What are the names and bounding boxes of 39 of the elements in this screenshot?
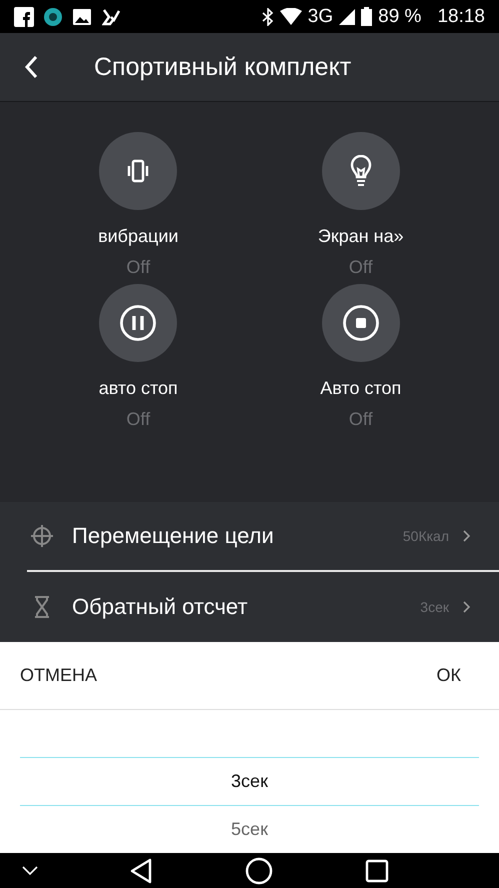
home-icon[interactable] <box>244 856 273 884</box>
stop-icon <box>342 304 380 342</box>
image-icon <box>72 8 92 26</box>
recents-icon[interactable] <box>364 858 389 882</box>
tile-label: вибрации <box>98 226 178 247</box>
tile-label: Экран на» <box>318 226 404 247</box>
tile-value: Off <box>348 257 373 278</box>
network-type: 3G <box>308 6 334 28</box>
pause-icon <box>119 304 158 342</box>
back-icon[interactable] <box>24 55 38 79</box>
clock: 18:18 <box>437 6 485 28</box>
app-icon <box>44 8 62 26</box>
ok-button[interactable]: ОК <box>428 657 469 694</box>
tile-label: авто стоп <box>98 378 178 399</box>
screen-title: Спортивный комплект <box>94 52 352 82</box>
cancel-button[interactable]: ОТМЕНА <box>12 657 106 694</box>
picker-option[interactable]: 3сек <box>20 758 479 806</box>
setting-label: Обратный отсчет <box>72 594 249 620</box>
settings-row[interactable]: Обратный отсчет 3сек <box>0 572 499 642</box>
tile-value: Off <box>126 257 150 278</box>
signal-icon <box>339 8 356 24</box>
setting-label: Перемещение цели <box>72 523 275 549</box>
setting-value: 3сек <box>420 599 449 615</box>
back-icon[interactable] <box>130 858 152 884</box>
battery-icon <box>361 7 372 26</box>
chevron-right-icon <box>463 530 471 542</box>
crosshair-icon <box>30 524 54 548</box>
bluetooth-icon <box>262 8 274 26</box>
setting-value: 50Ккал <box>402 528 449 544</box>
chevron-down-icon[interactable] <box>22 866 38 876</box>
tile-label: Авто стоп <box>320 378 402 399</box>
battery-percent: 89 % <box>378 6 422 28</box>
facebook-icon <box>14 6 34 26</box>
picker-option[interactable]: 5сек <box>20 806 479 853</box>
chevron-right-icon <box>463 601 471 613</box>
tile-value: Off <box>126 409 150 430</box>
wifi-icon <box>280 8 302 25</box>
settings-row[interactable]: Перемещение цели 50Ккал <box>27 502 499 572</box>
tile-value: Off <box>348 409 373 430</box>
